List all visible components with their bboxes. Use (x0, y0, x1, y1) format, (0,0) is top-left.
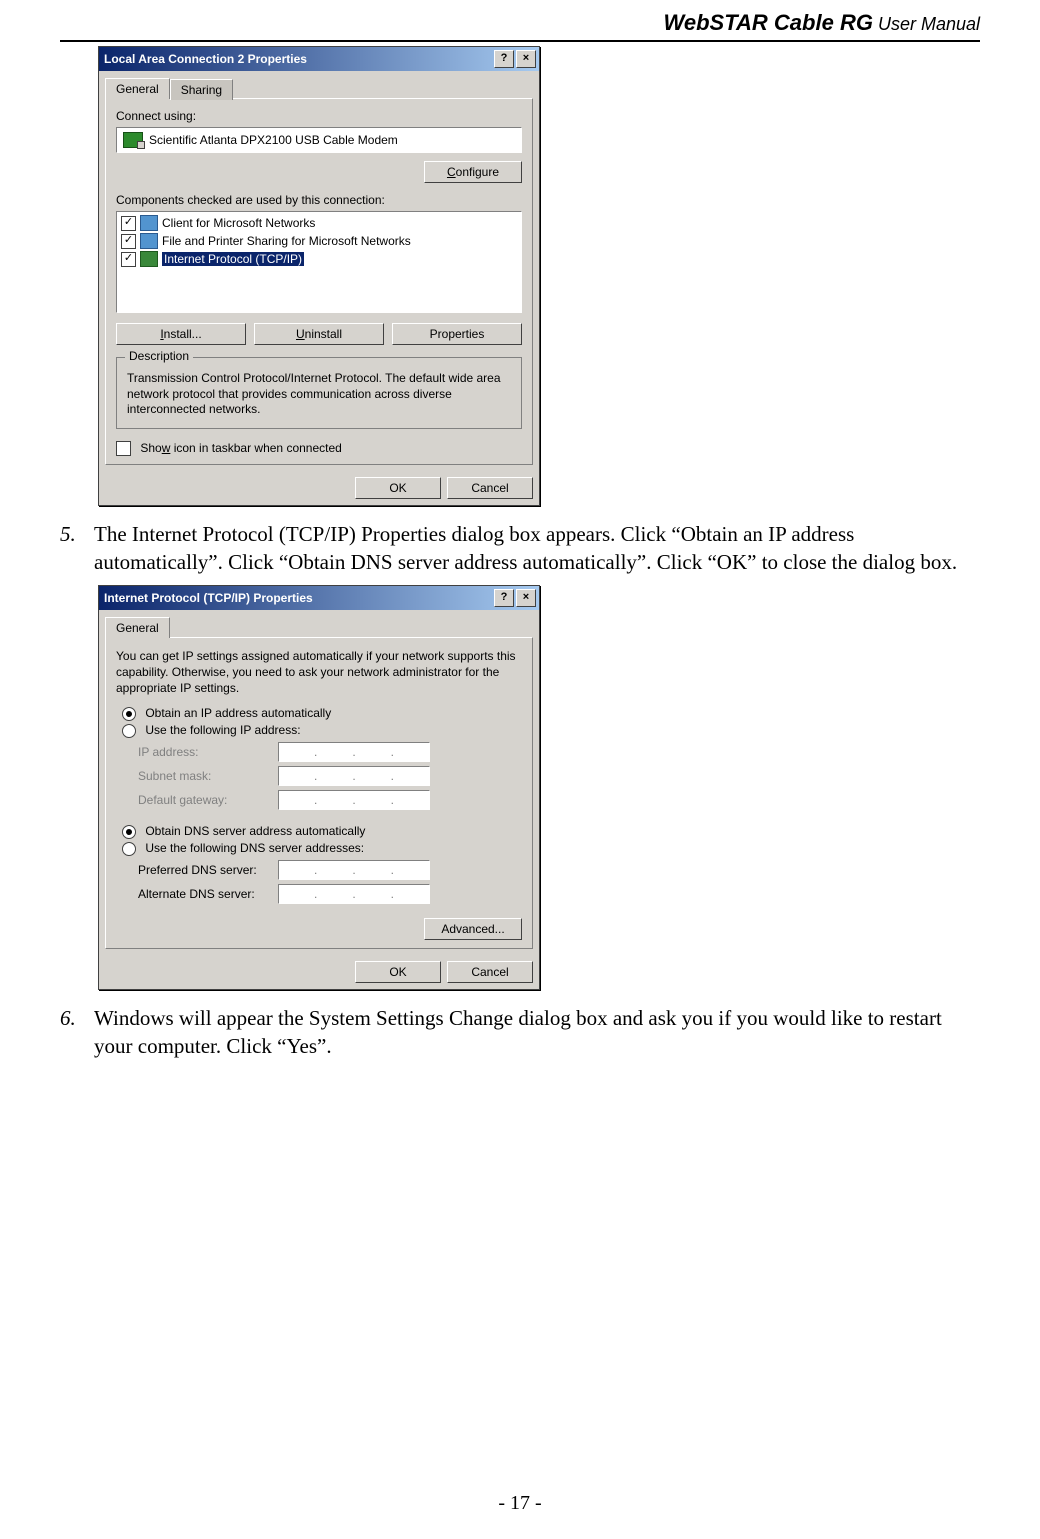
adapter-field: Scientific Atlanta DPX2100 USB Cable Mod… (116, 127, 522, 153)
ip-address-label: IP address: (138, 745, 278, 759)
alt-dns-input[interactable]: ... (278, 884, 430, 904)
protocol-icon (140, 251, 158, 267)
step-text: Windows will appear the System Settings … (94, 1004, 980, 1061)
components-list[interactable]: ✓ Client for Microsoft Networks ✓ File a… (116, 211, 522, 313)
description-legend: Description (125, 349, 193, 363)
subnet-label: Subnet mask: (138, 769, 278, 783)
description-group: Description Transmission Control Protoco… (116, 357, 522, 429)
network-adapter-icon (123, 132, 143, 148)
show-icon-checkbox[interactable] (116, 441, 131, 456)
page-footer: - 17 - (0, 1492, 1040, 1515)
checkbox-icon[interactable]: ✓ (121, 252, 136, 267)
subnet-input: ... (278, 766, 430, 786)
uninstall-button[interactable]: Uninstall (254, 323, 384, 345)
ok-button[interactable]: OK (355, 961, 441, 983)
radio-obtain-ip[interactable] (122, 707, 136, 721)
gateway-label: Default gateway: (138, 793, 278, 807)
radio-obtain-ip-label: Obtain an IP address automatically (145, 706, 331, 720)
client-icon (140, 215, 158, 231)
header-suffix: User Manual (873, 14, 980, 34)
page-header: WebSTAR Cable RG User Manual (60, 10, 980, 42)
dialog1-titlebar[interactable]: Local Area Connection 2 Properties ? × (99, 47, 539, 71)
pref-dns-input[interactable]: ... (278, 860, 430, 880)
component-label-selected: Internet Protocol (TCP/IP) (162, 252, 304, 266)
step-5: 5. The Internet Protocol (TCP/IP) Proper… (60, 520, 980, 577)
list-item[interactable]: ✓ Internet Protocol (TCP/IP) (119, 250, 519, 268)
step-text: The Internet Protocol (TCP/IP) Propertie… (94, 520, 980, 577)
radio-obtain-dns-label: Obtain DNS server address automatically (145, 824, 365, 838)
component-label: Client for Microsoft Networks (162, 216, 315, 230)
radio-use-ip[interactable] (122, 724, 136, 738)
ip-address-input: ... (278, 742, 430, 762)
dialog1-title: Local Area Connection 2 Properties (104, 52, 307, 66)
list-item[interactable]: ✓ File and Printer Sharing for Microsoft… (119, 232, 519, 250)
dialog2-title: Internet Protocol (TCP/IP) Properties (104, 591, 313, 605)
connect-using-label: Connect using: (116, 109, 522, 123)
tab-sharing[interactable]: Sharing (170, 79, 233, 100)
adapter-name: Scientific Atlanta DPX2100 USB Cable Mod… (149, 133, 398, 147)
service-icon (140, 233, 158, 249)
configure-button[interactable]: CConfigureonfigure (424, 161, 522, 183)
checkbox-icon[interactable]: ✓ (121, 216, 136, 231)
gateway-input: ... (278, 790, 430, 810)
help-icon[interactable]: ? (494, 589, 514, 607)
tab-general[interactable]: General (105, 78, 170, 99)
show-icon-label: Show icon in taskbar when connected (140, 441, 341, 455)
properties-button[interactable]: Properties (392, 323, 522, 345)
close-icon[interactable]: × (516, 50, 536, 68)
component-label: File and Printer Sharing for Microsoft N… (162, 234, 411, 248)
pref-dns-label: Preferred DNS server: (138, 863, 278, 877)
step-number: 5. (60, 520, 94, 577)
install-button[interactable]: Install... (116, 323, 246, 345)
radio-use-dns-label: Use the following DNS server addresses: (145, 841, 364, 855)
step-number: 6. (60, 1004, 94, 1061)
header-product: WebSTAR Cable RG (664, 10, 873, 35)
advanced-button[interactable]: Advanced... (424, 918, 522, 940)
alt-dns-label: Alternate DNS server: (138, 887, 278, 901)
dialog2-titlebar[interactable]: Internet Protocol (TCP/IP) Properties ? … (99, 586, 539, 610)
tab-general[interactable]: General (105, 617, 170, 638)
ok-button[interactable]: OK (355, 477, 441, 499)
checkbox-icon[interactable]: ✓ (121, 234, 136, 249)
radio-use-dns[interactable] (122, 842, 136, 856)
cancel-button[interactable]: Cancel (447, 477, 533, 499)
close-icon[interactable]: × (516, 589, 536, 607)
radio-obtain-dns[interactable] (122, 825, 136, 839)
help-icon[interactable]: ? (494, 50, 514, 68)
components-label: Components checked are used by this conn… (116, 193, 522, 207)
list-item[interactable]: ✓ Client for Microsoft Networks (119, 214, 519, 232)
step-6: 6. Windows will appear the System Settin… (60, 1004, 980, 1061)
cancel-button[interactable]: Cancel (447, 961, 533, 983)
intro-text: You can get IP settings assigned automat… (116, 648, 522, 697)
tcpip-properties-dialog: Internet Protocol (TCP/IP) Properties ? … (98, 585, 540, 990)
description-text: Transmission Control Protocol/Internet P… (127, 371, 511, 418)
radio-use-ip-label: Use the following IP address: (145, 723, 300, 737)
lan-properties-dialog: Local Area Connection 2 Properties ? × G… (98, 46, 540, 506)
